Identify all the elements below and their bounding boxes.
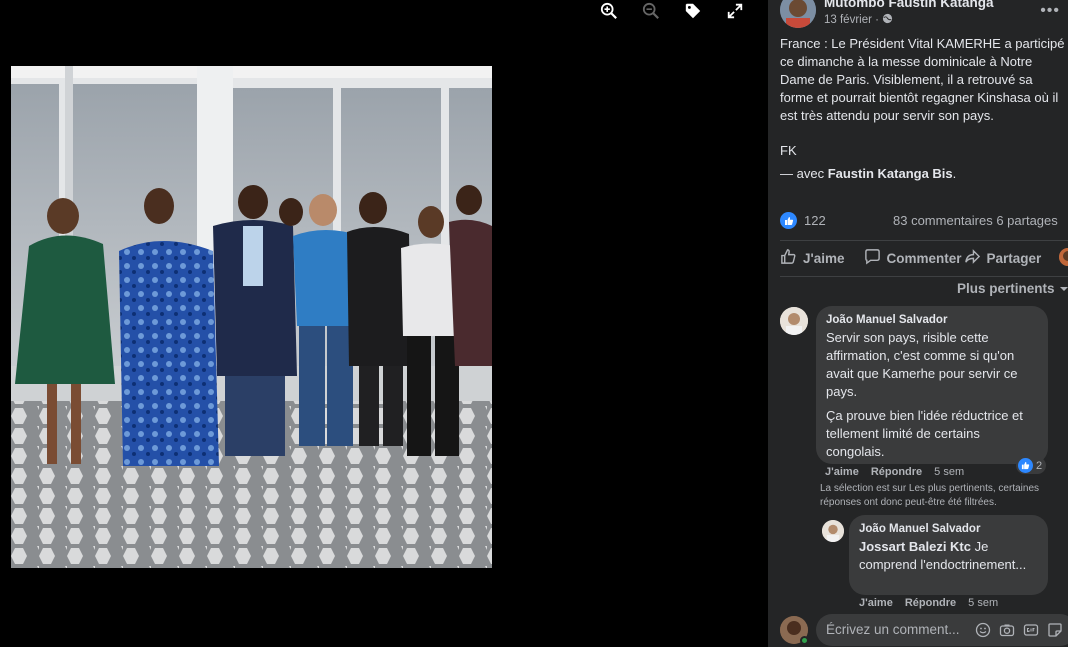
comment-input-placeholder: Écrivez un comment... <box>826 622 960 637</box>
divider <box>780 276 1068 277</box>
comment-icon <box>864 248 881 268</box>
mention-link[interactable]: Jossart Balezi Ktc <box>859 539 971 554</box>
post-meta: 13 février · <box>824 13 994 27</box>
comment-bubble: João Manuel Salvador Servir son pays, ri… <box>816 306 1048 464</box>
comments-shares-count[interactable]: 83 commentaires 6 partages <box>893 213 1058 228</box>
like-reaction-icon <box>780 212 797 229</box>
reply-avatar[interactable] <box>822 520 844 542</box>
fullscreen-icon[interactable] <box>724 0 746 22</box>
viewer-toolbar <box>598 0 746 22</box>
tagged-person-link[interactable]: Faustin Katanga Bis <box>828 166 953 181</box>
comment-like-link[interactable]: J'aime <box>825 466 859 478</box>
group-photo-illustration <box>11 66 492 568</box>
online-status-dot <box>800 636 809 645</box>
like-reaction-icon <box>1018 458 1033 473</box>
commenter-name[interactable]: João Manuel Salvador <box>826 313 1038 327</box>
post-text: France : Le Président Vital KAMERHE a pa… <box>780 35 1066 183</box>
tag-icon[interactable] <box>682 0 704 22</box>
author-name[interactable]: Mutombo Faustin Katanga <box>824 0 994 11</box>
comment-text: Ça prouve bien l'idée réductrice et tell… <box>826 408 1023 459</box>
emoji-icon[interactable] <box>975 622 991 638</box>
author-avatar[interactable] <box>780 0 816 28</box>
gif-icon[interactable] <box>1023 622 1039 638</box>
comment-reply-link[interactable]: Répondre <box>871 466 922 478</box>
post-message: France : Le Président Vital KAMERHE a pa… <box>780 36 1065 123</box>
comment-sort-dropdown[interactable]: Plus pertinents <box>957 281 1068 296</box>
sticker-icon[interactable] <box>1047 622 1063 638</box>
share-button[interactable]: Partager <box>964 248 1041 268</box>
reply-text: Jossart Balezi Ktc Je comprend l'endoctr… <box>859 539 1027 572</box>
comment-text: Servir son pays, risible cette affirmati… <box>826 330 1018 399</box>
commenter-name[interactable]: João Manuel Salvador <box>859 522 1038 536</box>
globe-icon <box>882 13 893 27</box>
more-options-icon[interactable]: ••• <box>1040 2 1060 20</box>
reply-time[interactable]: 5 sem <box>968 597 998 609</box>
camera-icon[interactable] <box>999 622 1015 638</box>
comment-actions: J'aime Répondre 5 sem <box>825 466 964 478</box>
zoom-out-icon[interactable] <box>640 0 662 22</box>
post-signature: FK <box>780 143 797 158</box>
viewer-avatar-switch[interactable] <box>1059 248 1068 266</box>
post-side-panel: Mutombo Faustin Katanga 13 février · •••… <box>768 0 1068 647</box>
commenter-avatar[interactable] <box>780 307 808 335</box>
comment-button[interactable]: Commenter <box>864 248 962 268</box>
zoom-in-icon[interactable] <box>598 0 620 22</box>
post-tagged: — avec Faustin Katanga Bis. <box>780 166 957 181</box>
comment-composer: Écrivez un comment... <box>780 614 1068 646</box>
reply-actions: J'aime Répondre 5 sem <box>859 597 998 609</box>
post-actions: J'aime Commenter Partager <box>780 248 1068 268</box>
photo-viewer-page: Mutombo Faustin Katanga 13 février · •••… <box>0 0 1068 647</box>
filter-notice: La sélection est sur Les plus pertinents… <box>820 483 1040 508</box>
comment-time[interactable]: 5 sem <box>934 466 964 478</box>
composer-icons <box>975 622 1063 638</box>
reaction-count[interactable]: 122 <box>804 213 826 228</box>
like-button[interactable]: J'aime <box>780 248 845 268</box>
post-date[interactable]: 13 février · <box>824 14 879 26</box>
post-header: Mutombo Faustin Katanga 13 février · <box>780 0 994 28</box>
reply-bubble: João Manuel Salvador Jossart Balezi Ktc … <box>849 515 1048 595</box>
reply-reply-link[interactable]: Répondre <box>905 597 956 609</box>
reply-like-link[interactable]: J'aime <box>859 597 893 609</box>
divider <box>780 240 1068 241</box>
comment-reactions[interactable]: 2 <box>1016 457 1047 474</box>
post-stats: 122 83 commentaires 6 partages <box>780 212 1068 229</box>
thumbs-up-icon <box>780 248 797 268</box>
chevron-down-icon <box>1059 281 1068 296</box>
share-icon <box>964 248 981 268</box>
photo-viewer <box>0 0 768 647</box>
post-photo <box>11 66 492 568</box>
